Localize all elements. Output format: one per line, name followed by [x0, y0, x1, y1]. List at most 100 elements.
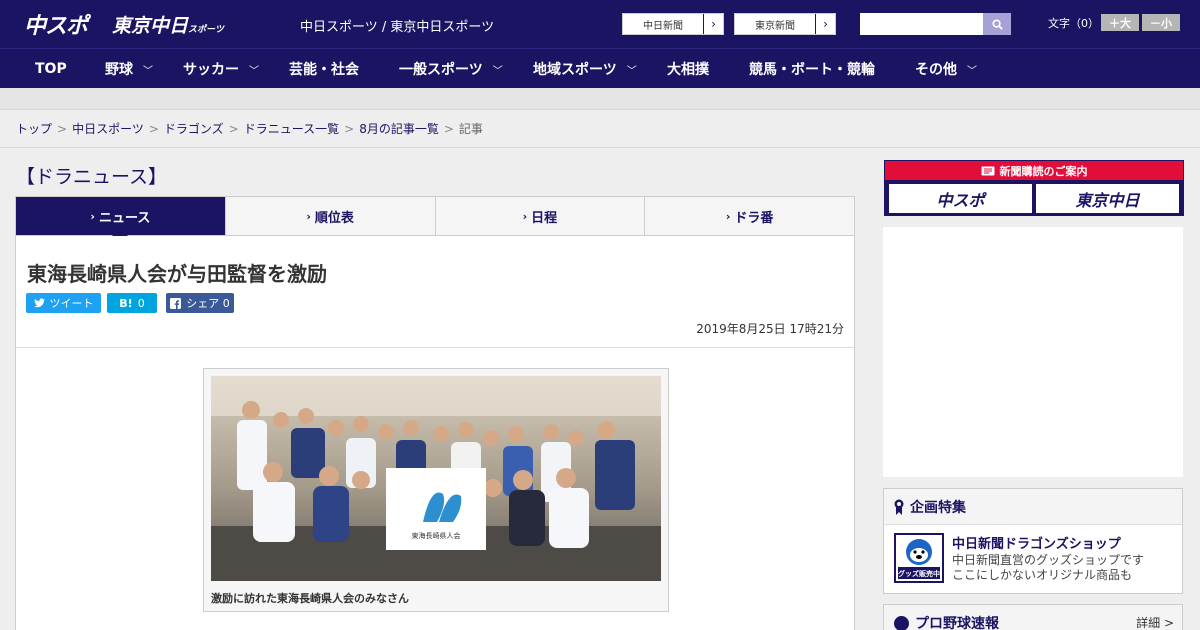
- nav-racing[interactable]: 競馬・ボート・競輪: [749, 49, 875, 89]
- nav-label: TOP: [35, 61, 67, 77]
- article: 東海長崎県人会が与田監督を激励 ツイート B! 0 シェア 0 2019年8月2…: [15, 236, 855, 630]
- search-icon: [991, 18, 1003, 30]
- nav-label: その他: [915, 62, 957, 78]
- subscribe-tokyo-chunichi[interactable]: 東京中日: [1036, 184, 1179, 213]
- facebook-share-label: シェア 0: [186, 297, 230, 310]
- hatena-bookmark-button[interactable]: B! 0: [107, 293, 157, 313]
- feature-title: 企画特集: [910, 499, 966, 516]
- baseball-scores-title: プロ野球速報: [915, 616, 999, 630]
- search-input[interactable]: [860, 13, 983, 35]
- breadcrumb-separator: >: [148, 121, 159, 136]
- article-photo[interactable]: 東海長崎県人会: [211, 376, 661, 581]
- dragons-shop-description: 中日新聞直営のグッズショップです ここにしかないオリジナル商品も: [952, 553, 1177, 583]
- breadcrumb: トップ > 中日スポーツ > ドラゴンズ > ドラニュース一覧 > 8月の記事一覧 > 記…: [0, 110, 1200, 148]
- nav-general-sports[interactable]: 一般スポーツ ﹀: [399, 49, 503, 89]
- feature-header: 企画特集: [884, 489, 1182, 525]
- tab-label: 順位表: [314, 210, 354, 226]
- chunichi-sports-logo[interactable]: 中スポ: [24, 8, 88, 40]
- tweet-label: ツイート: [49, 297, 94, 310]
- tab-label: ニュース: [98, 210, 151, 226]
- search-button[interactable]: [983, 13, 1011, 35]
- nav-label: サッカー: [183, 62, 239, 78]
- breadcrumb-separator: >: [228, 121, 239, 136]
- tokyo-logo-small: スポーツ: [188, 25, 224, 35]
- nav-label: 野球: [105, 62, 133, 78]
- nav-label: 芸能・社会: [289, 62, 359, 78]
- chevron-down-icon: ﹀: [967, 65, 977, 77]
- photo-caption: 激励に訪れた東海長崎県人会のみなさん: [211, 592, 409, 605]
- description-line: ここにしかないオリジナル商品も: [952, 568, 1133, 582]
- main-nav: TOP 野球 ﹀ サッカー ﹀ 芸能・社会 一般スポーツ ﹀ 地域スポーツ ﹀ 大相撲 …: [0, 48, 1200, 88]
- chunichi-shimbun-link[interactable]: 中日新聞 ›: [622, 13, 724, 35]
- nav-sumo[interactable]: 大相撲: [667, 49, 709, 89]
- hatena-icon: B!: [119, 296, 133, 310]
- tab-standings[interactable]: › 順位表: [226, 197, 436, 235]
- baseball-scores-header: プロ野球速報: [894, 613, 999, 630]
- group-photo: 東海長崎県人会: [211, 376, 661, 581]
- tab-doraban[interactable]: › ドラ番: [645, 197, 854, 235]
- breadcrumb-separator: >: [443, 121, 454, 136]
- breadcrumb-top[interactable]: トップ: [16, 120, 52, 137]
- dragons-shop-thumbnail[interactable]: グッズ販売中: [894, 533, 944, 583]
- site-title: 中日スポーツ / 東京中日スポーツ: [300, 20, 495, 35]
- subscription-title: 新聞購読のご案内: [999, 164, 1088, 178]
- font-size-label: 文字（0）: [1048, 17, 1099, 30]
- article-title: 東海長崎県人会が与田監督を激励: [27, 262, 327, 286]
- baseball-scores-section: プロ野球速報 詳細 >: [883, 604, 1183, 630]
- article-header: 東海長崎県人会が与田監督を激励 ツイート B! 0 シェア 0 2019年8月2…: [16, 236, 854, 348]
- baseball-details-link[interactable]: 詳細 >: [1136, 614, 1174, 630]
- dragons-shop-link[interactable]: 中日新聞ドラゴンズショップ: [952, 533, 1121, 552]
- ribbon-icon: [894, 499, 904, 515]
- chevron-right-icon: ›: [725, 209, 731, 223]
- tokyo-shimbun-link[interactable]: 東京新聞 ›: [734, 13, 836, 35]
- nav-soccer[interactable]: サッカー ﹀: [183, 49, 259, 89]
- tokyo-logo-text: 東京中日: [112, 15, 189, 37]
- tweet-button[interactable]: ツイート: [26, 293, 101, 313]
- chunichi-shimbun-label: 中日新聞: [643, 20, 683, 32]
- feature-section: 企画特集 グッズ販売中 中日新聞ドラゴンズショップ 中日新聞直営のグッズショップ…: [883, 488, 1183, 594]
- tokyo-chunichi-logo[interactable]: 東京中日スポーツ: [112, 11, 224, 38]
- chevron-right-icon: ›: [522, 209, 528, 223]
- chevron-down-icon: ﹀: [492, 65, 503, 77]
- subscription-header: 新聞購読のご案内: [885, 161, 1183, 180]
- main-content: 【ドラニュース】 › ニュース › 順位表 › 日程 › ドラ番 東海長崎県人会が与田監…: [0, 150, 1200, 630]
- breadcrumb-august-articles[interactable]: 8月の記事一覧: [359, 120, 439, 137]
- subscribe-chunichi-sports[interactable]: 中スポ: [889, 184, 1032, 213]
- breadcrumb-dora-news-list[interactable]: ドラニュース一覧: [244, 120, 339, 137]
- nav-entertainment[interactable]: 芸能・社会: [289, 49, 359, 89]
- tab-label: 日程: [531, 210, 558, 226]
- article-date: 2019年8月25日 17時21分: [696, 322, 844, 336]
- breadcrumb-chunichi-sports[interactable]: 中日スポーツ: [72, 120, 144, 137]
- chevron-right-icon: ›: [815, 14, 835, 34]
- nav-label: 大相撲: [667, 62, 709, 78]
- font-smaller-button[interactable]: －小: [1142, 14, 1180, 31]
- tab-schedule[interactable]: › 日程: [436, 197, 646, 235]
- nav-local-sports[interactable]: 地域スポーツ ﹀: [533, 49, 637, 89]
- twitter-bird-icon: [33, 298, 45, 308]
- chevron-right-icon: ›: [306, 209, 311, 223]
- description-line: 中日新聞直営のグッズショップです: [952, 553, 1145, 567]
- font-bigger-button[interactable]: ＋大: [1101, 14, 1139, 31]
- breadcrumb-current: 記事: [458, 122, 483, 136]
- nav-label: 競馬・ボート・競輪: [749, 62, 875, 78]
- section-title: 【ドラニュース】: [16, 166, 168, 188]
- advertisement-box[interactable]: [883, 227, 1183, 477]
- nav-label: 地域スポーツ: [533, 62, 617, 78]
- breadcrumb-dragons[interactable]: ドラゴンズ: [164, 120, 224, 137]
- sub-nav-bar: [0, 88, 1200, 110]
- tokyo-shimbun-label: 東京新聞: [755, 20, 795, 32]
- chevron-right-icon: ›: [703, 14, 723, 34]
- chevron-right-icon: ›: [90, 209, 95, 223]
- doala-mascot-icon: グッズ販売中: [898, 539, 940, 579]
- chevron-down-icon: ﹀: [143, 65, 153, 77]
- nav-top[interactable]: TOP: [35, 49, 67, 89]
- nav-baseball[interactable]: 野球 ﹀: [105, 49, 153, 89]
- tab-news[interactable]: › ニュース: [16, 197, 226, 243]
- article-photo-frame: 東海長崎県人会 激励に訪れた東海長崎県人会のみなさん: [203, 368, 669, 612]
- breadcrumb-separator: >: [57, 121, 68, 136]
- newspaper-subscription-banner[interactable]: 新聞購読のご案内 中スポ 東京中日: [884, 160, 1184, 216]
- breadcrumb-separator: >: [344, 121, 355, 136]
- nav-label: 一般スポーツ: [399, 62, 483, 78]
- nav-other[interactable]: その他 ﹀: [915, 49, 977, 89]
- facebook-share-button[interactable]: シェア 0: [166, 293, 234, 313]
